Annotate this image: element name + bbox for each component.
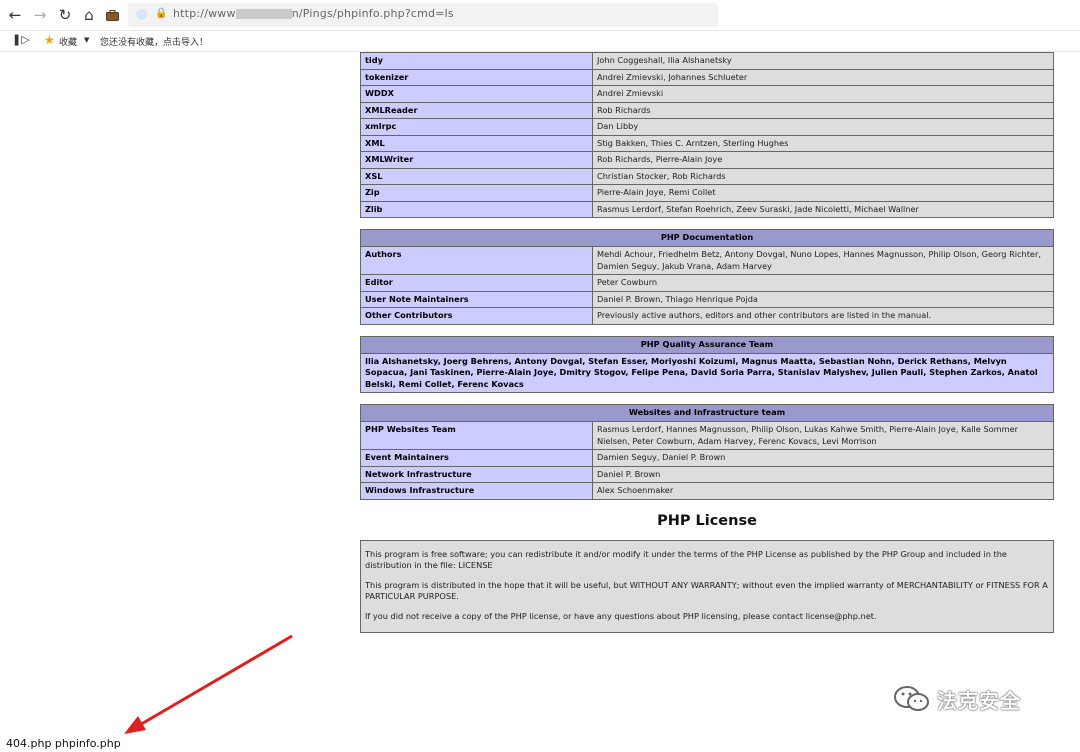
credits-row: Zip Pierre-Alain Joye, Remi Collet <box>360 184 1054 202</box>
websites-row: Event Maintainers Damien Seguy, Daniel P.… <box>360 449 1054 467</box>
row-key: XML <box>360 134 593 152</box>
credits-row: XML Stig Bakken, Thies C. Arntzen, Sterli… <box>360 134 1054 152</box>
bookmarks-label[interactable]: 收藏 <box>59 35 77 48</box>
credits-row: XSL Christian Stocker, Rob Richards <box>360 167 1054 185</box>
row-key: xmlrpc <box>360 118 593 136</box>
command-output: 404.php phpinfo.php <box>6 737 121 750</box>
row-value: Rasmus Lerdorf, Stefan Roehrich, Zeev Su… <box>592 200 1054 218</box>
row-value: John Coggeshall, Ilia Alshanetsky <box>592 52 1054 70</box>
phpinfo-content: tidy John Coggeshall, Ilia Alshanetsky tok… <box>360 52 1054 633</box>
license-box: This program is free software; you can r… <box>360 539 1054 633</box>
row-value: Rob Richards <box>592 101 1054 119</box>
insecure-lock-icon: 🔒 <box>155 8 168 19</box>
row-value: Previously active authors, editors and o… <box>592 307 1054 325</box>
row-value: Mehdi Achour, Friedhelm Betz, Antony Dov… <box>592 246 1054 275</box>
forward-arrow-icon[interactable]: → <box>31 6 49 24</box>
row-key: Zlib <box>360 200 593 218</box>
credits-row: WDDX Andrei Zmievski <box>360 85 1054 103</box>
documentation-row: Editor Peter Cowburn <box>360 274 1054 292</box>
row-key: Other Contributors <box>360 307 593 325</box>
credits-row: XMLWriter Rob Richards, Pierre-Alain Joye <box>360 151 1054 169</box>
row-value: Daniel P. Brown, Thiago Henrique Pojda <box>592 290 1054 308</box>
qa-team-members: Ilia Alshanetsky, Joerg Behrens, Antony … <box>360 352 1054 393</box>
row-key: tidy <box>360 52 593 70</box>
credits-row: Zlib Rasmus Lerdorf, Stefan Roehrich, Zee… <box>360 200 1054 218</box>
row-value: Dan Libby <box>592 118 1054 136</box>
websites-row: Windows Infrastructure Alex Schoenmaker <box>360 482 1054 500</box>
row-key: XMLWriter <box>360 151 593 169</box>
row-value: Christian Stocker, Rob Richards <box>592 167 1054 185</box>
websites-row: Network Infrastructure Daniel P. Brown <box>360 465 1054 483</box>
license-paragraph: This program is free software; you can r… <box>365 548 1007 571</box>
credits-table: tidy John Coggeshall, Ilia Alshanetsky tok… <box>360 52 1054 218</box>
row-key: Event Maintainers <box>360 449 593 467</box>
row-key: tokenizer <box>360 68 593 86</box>
row-key: Zip <box>360 184 593 202</box>
watermark-text: 法克安全 <box>937 688 1021 713</box>
star-icon: ★ <box>44 33 55 47</box>
row-value: Rob Richards, Pierre-Alain Joye <box>592 151 1054 169</box>
row-value: Stig Bakken, Thies C. Arntzen, Sterling … <box>592 134 1054 152</box>
address-bar[interactable]: 🔒 http://www n/Pings/phpinfo.php?cmd=ls <box>128 3 718 27</box>
license-title: PHP License <box>657 512 757 529</box>
documentation-row: Other Contributors Previously active auth… <box>360 307 1054 325</box>
row-key: XMLReader <box>360 101 593 119</box>
browser-toolbar: ← → ↻ ⌂ 🔒 http://www n/Pings/phpinfo.php?… <box>0 0 1080 31</box>
websites-header: Websites and Infrastructure team <box>360 404 1054 422</box>
home-icon[interactable]: ⌂ <box>80 6 98 24</box>
qa-team-table: PHP Quality Assurance Team Ilia Alshanet… <box>360 335 1054 394</box>
page-icon <box>136 9 147 20</box>
websites-row: PHP Websites Team Rasmus Lerdorf, Hannes … <box>360 421 1054 450</box>
bookmarks-import-hint[interactable]: 您还没有收藏，点击导入！ <box>100 35 208 48</box>
documentation-table: PHP Documentation Authors Mehdi Achour, F… <box>360 229 1054 325</box>
credits-row: xmlrpc Dan Libby <box>360 118 1054 136</box>
row-key: User Note Maintainers <box>360 290 593 308</box>
credits-row: tidy John Coggeshall, Ilia Alshanetsky <box>360 52 1054 70</box>
documentation-row: Authors Mehdi Achour, Friedhelm Betz, Ant… <box>360 246 1054 275</box>
briefcase-icon[interactable] <box>103 6 121 24</box>
bookmarks-bar: ❚▷ ★ 收藏 ▼ 您还没有收藏，点击导入！ <box>0 31 1080 52</box>
chevron-down-icon[interactable]: ▼ <box>84 36 89 44</box>
row-value: Alex Schoenmaker <box>592 482 1054 500</box>
row-key: Windows Infrastructure <box>360 482 593 500</box>
row-value: Daniel P. Brown <box>592 465 1054 483</box>
documentation-header: PHP Documentation <box>360 229 1054 247</box>
row-value: Andrei Zmievski, Johannes Schlueter <box>592 68 1054 86</box>
qa-team-header: PHP Quality Assurance Team <box>360 335 1054 354</box>
url-text[interactable]: http://www n/Pings/phpinfo.php?cmd=ls <box>173 7 454 20</box>
documentation-row: User Note Maintainers Daniel P. Brown, Th… <box>360 290 1054 308</box>
row-key: Editor <box>360 274 593 292</box>
wechat-icon <box>894 686 929 711</box>
row-value: Damien Seguy, Daniel P. Brown <box>592 449 1054 467</box>
credits-row: tokenizer Andrei Zmievski, Johannes Schlu… <box>360 68 1054 86</box>
row-value: Andrei Zmievski <box>592 85 1054 103</box>
back-arrow-icon[interactable]: ← <box>6 6 24 24</box>
websites-table: Websites and Infrastructure team PHP Web… <box>360 404 1054 500</box>
row-key: PHP Websites Team <box>360 421 593 450</box>
watermark: 法克安全 <box>893 684 1021 714</box>
row-key: Authors <box>360 246 593 275</box>
redacted-domain <box>235 9 292 19</box>
credits-row: XMLReader Rob Richards <box>360 101 1054 119</box>
row-key: XSL <box>360 167 593 185</box>
row-value: Rasmus Lerdorf, Hannes Magnusson, Philip… <box>592 421 1054 450</box>
license-paragraph: If you did not receive a copy of the PHP… <box>365 610 877 621</box>
row-value: Pierre-Alain Joye, Remi Collet <box>592 184 1054 202</box>
reload-icon[interactable]: ↻ <box>56 6 74 24</box>
row-value: Peter Cowburn <box>592 274 1054 292</box>
sidebar-toggle-icon[interactable]: ❚▷ <box>12 33 30 46</box>
license-paragraph: This program is distributed in the hope … <box>365 579 1048 602</box>
row-key: Network Infrastructure <box>360 465 593 483</box>
row-key: WDDX <box>360 85 593 103</box>
